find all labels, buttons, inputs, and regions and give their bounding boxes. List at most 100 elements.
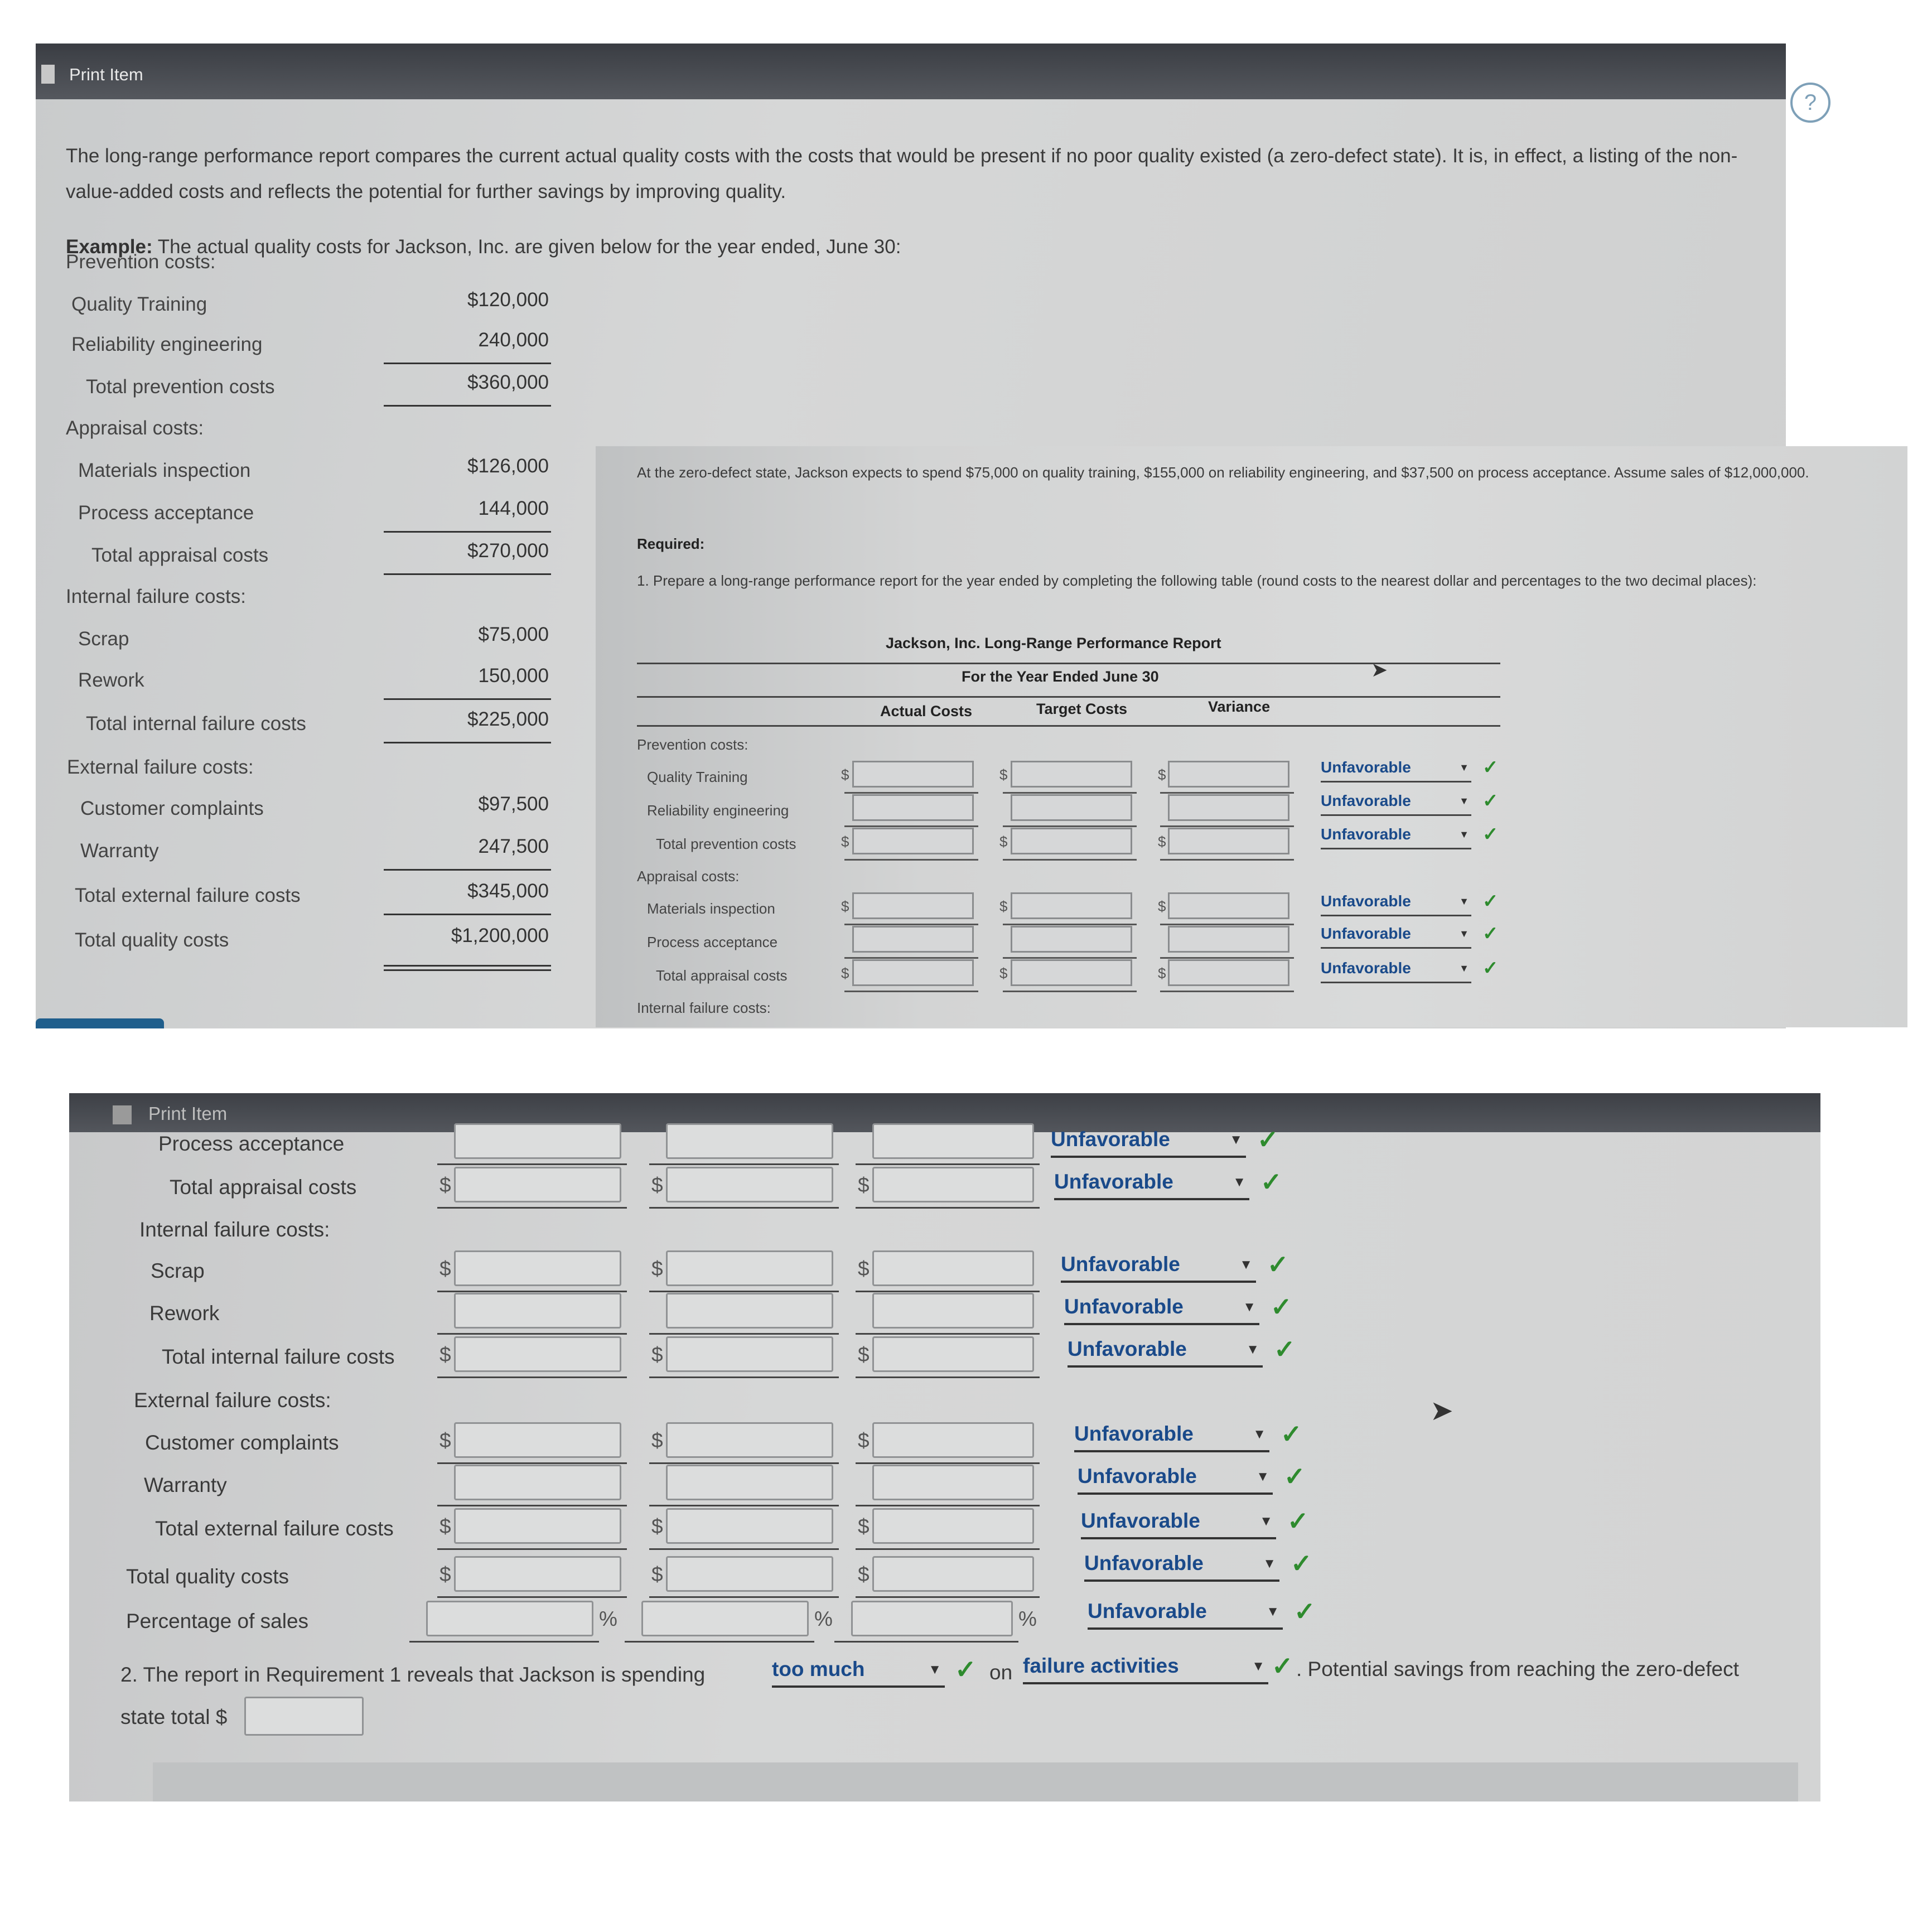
double-underline [384,965,551,967]
report-input-actual[interactable] [426,1601,593,1636]
variance-direction-select[interactable]: Unfavorable ▼ [1321,759,1471,783]
report-subtitle: For the Year Ended June 30 [962,668,1159,685]
report-input-variance[interactable] [1168,892,1289,919]
report-screenshot-overlay: At the zero-defect state, Jackson expect… [596,446,1907,1027]
variance-direction-select[interactable]: Unfavorable ▼ [1088,1600,1283,1630]
variance-direction-select[interactable]: Unfavorable ▼ [1068,1337,1263,1368]
report-input-target[interactable] [666,1508,833,1544]
underline [1160,859,1294,861]
variance-direction-select[interactable]: Unfavorable ▼ [1321,959,1471,983]
report-input-variance[interactable] [1168,926,1289,953]
report-input-target[interactable] [1011,959,1132,986]
report-input-variance[interactable] [872,1123,1034,1159]
variance-direction-select[interactable]: Unfavorable ▼ [1054,1170,1249,1200]
report-input-actual[interactable] [454,1556,621,1592]
variance-direction-select[interactable]: Unfavorable ▼ [1078,1465,1273,1495]
variance-direction-value: Unfavorable [1074,1422,1194,1445]
report-input-target[interactable] [1011,794,1132,821]
report-input-target[interactable] [1011,828,1132,854]
report-input-actual[interactable] [852,959,974,986]
report-input-actual[interactable] [454,1250,621,1286]
report-input-actual[interactable] [454,1123,621,1159]
chevron-down-icon: ▼ [1256,1469,1269,1484]
help-icon[interactable]: ? [1790,83,1830,123]
variance-direction-select[interactable]: Unfavorable ▼ [1061,1253,1256,1283]
report-input-target[interactable] [666,1556,833,1592]
report-input-target[interactable] [1011,926,1132,953]
variance-direction-select[interactable]: Unfavorable ▼ [1321,792,1471,816]
currency-symbol: $ [841,898,849,915]
report-input-target[interactable] [666,1250,833,1286]
report-input-actual[interactable] [852,828,974,854]
report-input-actual[interactable] [852,794,974,821]
report-input-actual[interactable] [454,1465,621,1500]
report-input-variance[interactable] [851,1601,1013,1636]
report-input-variance[interactable] [872,1508,1034,1544]
report-row-label: Rework [149,1302,220,1325]
report-input-target[interactable] [666,1167,833,1202]
underline [834,1641,1018,1643]
report-input-target[interactable] [666,1465,833,1500]
scenario-text: At the zero-defect state, Jackson expect… [637,464,1809,481]
report-input-variance[interactable] [1168,794,1289,821]
currency-symbol: $ [651,1173,663,1196]
currency-symbol: $ [999,766,1008,783]
example-row-value: 247,500 [478,835,549,857]
example-row-label: Total internal failure costs [86,713,306,735]
example-row-label: Total appraisal costs [91,544,269,566]
report-input-variance[interactable] [872,1167,1034,1202]
report-input-variance[interactable] [1168,959,1289,986]
report-input-variance[interactable] [872,1422,1034,1458]
report-input-target[interactable] [666,1123,833,1159]
activity-type-select[interactable]: failure activities ▼ [1023,1654,1268,1684]
underline [649,1163,839,1165]
report-input-target[interactable] [666,1336,833,1372]
report-input-variance[interactable] [1168,828,1289,854]
report-input-target[interactable] [666,1422,833,1458]
variance-direction-select[interactable]: Unfavorable ▼ [1064,1295,1259,1325]
report-input-actual[interactable] [852,892,974,919]
percent-sign: % [814,1607,833,1630]
report-row-label: Appraisal costs: [637,868,740,885]
report-input-target[interactable] [641,1601,809,1636]
report-row-label: Internal failure costs: [139,1218,330,1241]
report-input-variance[interactable] [872,1293,1034,1329]
chevron-down-icon: ▼ [1263,1556,1276,1571]
variance-direction-select[interactable]: Unfavorable ▼ [1321,825,1471,849]
variance-direction-select[interactable]: Unfavorable ▼ [1074,1422,1269,1452]
variance-direction-value: Unfavorable [1084,1552,1204,1574]
currency-symbol: $ [1158,766,1166,783]
report-input-variance[interactable] [872,1250,1034,1286]
report-input-actual[interactable] [454,1508,621,1544]
variance-direction-select[interactable]: Unfavorable ▼ [1084,1552,1279,1582]
report-input-actual[interactable] [852,926,974,953]
variance-direction-value: Unfavorable [1081,1509,1200,1532]
variance-direction-value: Unfavorable [1061,1253,1180,1276]
report-input-variance[interactable] [1168,761,1289,788]
report-input-actual[interactable] [454,1422,621,1458]
report-input-actual[interactable] [454,1336,621,1372]
print-item-window-bottom: Print Item Process acceptance Unfavorable… [69,1093,1820,1801]
report-input-variance[interactable] [872,1556,1034,1592]
variance-direction-select[interactable]: Unfavorable ▼ [1051,1128,1246,1158]
report-input-actual[interactable] [454,1293,621,1329]
report-input-target[interactable] [666,1293,833,1329]
report-input-actual[interactable] [852,761,974,788]
spending-level-select[interactable]: too much ▼ [772,1658,945,1688]
underline [856,1163,1040,1165]
report-input-actual[interactable] [454,1167,621,1202]
variance-direction-select[interactable]: Unfavorable ▼ [1081,1509,1276,1539]
report-input-target[interactable] [1011,761,1132,788]
underline [856,1505,1040,1506]
currency-symbol: $ [651,1257,663,1280]
report-input-variance[interactable] [872,1336,1034,1372]
currency-symbol: $ [1158,898,1166,915]
variance-direction-select[interactable]: Unfavorable ▼ [1321,925,1471,949]
report-input-variance[interactable] [872,1465,1034,1500]
underline [384,914,551,915]
report-input-target[interactable] [1011,892,1132,919]
variance-direction-select[interactable]: Unfavorable ▼ [1321,892,1471,916]
potential-savings-input[interactable] [244,1697,364,1736]
variance-direction-value: Unfavorable [1321,925,1411,942]
currency-symbol: $ [858,1173,870,1196]
